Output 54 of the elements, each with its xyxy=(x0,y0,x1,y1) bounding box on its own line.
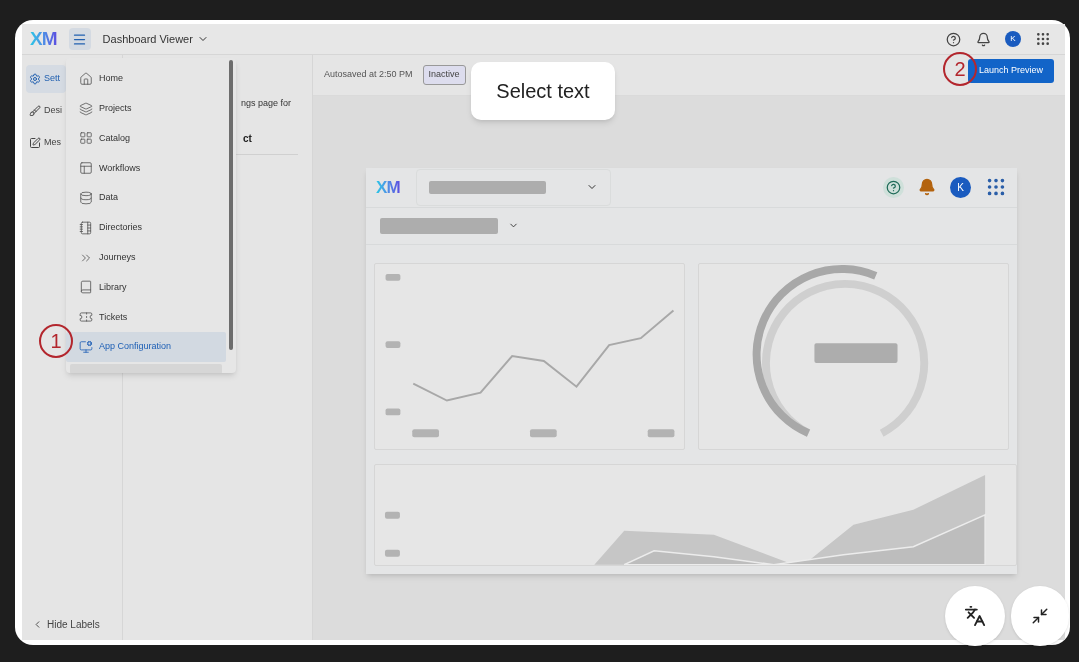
collapse-icon xyxy=(1031,607,1049,625)
placeholder-bar xyxy=(385,408,401,416)
status-badge: Inactive xyxy=(422,65,466,85)
book-icon xyxy=(79,280,93,295)
placeholder-bar xyxy=(384,550,400,558)
layers-icon xyxy=(79,101,93,116)
menu-item[interactable]: Library xyxy=(66,272,226,303)
menu-item[interactable]: Data xyxy=(66,183,226,213)
brush-icon xyxy=(29,105,41,117)
rail-item[interactable]: Sett xyxy=(26,65,66,93)
panel-text: ngs page for xyxy=(241,97,292,110)
bell-icon xyxy=(918,178,936,197)
apps-icon[interactable] xyxy=(1035,31,1051,47)
menu-item[interactable]: Workflows xyxy=(66,153,226,184)
database-icon xyxy=(79,191,93,206)
menu-item[interactable]: Home xyxy=(66,64,226,94)
ticket-icon xyxy=(79,310,93,325)
grid-icon xyxy=(79,131,93,146)
pen-icon xyxy=(29,137,41,149)
notebook-icon xyxy=(79,220,93,235)
house-icon xyxy=(79,71,93,86)
panel-heading: ct xyxy=(243,131,252,146)
step-marker: 1 xyxy=(39,324,73,358)
rail-item[interactable]: Desi xyxy=(26,97,66,125)
app-switcher[interactable]: Dashboard Viewer xyxy=(102,30,209,48)
translate-icon xyxy=(964,605,986,627)
placeholder-bar xyxy=(385,341,401,349)
menu-item[interactable]: Projects xyxy=(66,93,226,124)
help-icon xyxy=(883,176,904,198)
settings-icon xyxy=(29,73,41,85)
step-marker: 2 xyxy=(943,52,977,86)
menu-item[interactable]: App Configuration xyxy=(66,332,226,362)
monitor-gear-icon xyxy=(79,340,93,355)
autosave-text: Autosaved at 2:50 PM xyxy=(324,68,413,82)
fullscreen-button[interactable] xyxy=(1011,586,1069,646)
menu-item[interactable]: Directories xyxy=(66,213,226,243)
tooltip: Select text xyxy=(471,62,615,120)
hide-labels-button[interactable]: Hide Labels xyxy=(26,617,118,632)
placeholder-bar xyxy=(530,429,557,438)
rail-item[interactable]: Mes xyxy=(26,129,66,157)
avatar[interactable]: K xyxy=(1005,31,1021,47)
menu-button[interactable] xyxy=(68,28,91,50)
placeholder-bar xyxy=(384,512,400,520)
placeholder-bar xyxy=(412,429,439,438)
menu-item[interactable]: Journeys xyxy=(66,242,226,273)
panels-icon xyxy=(79,161,93,176)
help-icon[interactable] xyxy=(946,31,961,47)
placeholder-bar xyxy=(385,274,401,282)
placeholder-bar xyxy=(647,429,675,438)
bell-icon[interactable] xyxy=(976,31,991,47)
menu-icon xyxy=(72,31,88,47)
launch-preview-button[interactable]: Launch Preview xyxy=(967,59,1054,83)
avatar: K xyxy=(950,176,971,198)
menu-item[interactable]: Catalog xyxy=(66,123,226,154)
